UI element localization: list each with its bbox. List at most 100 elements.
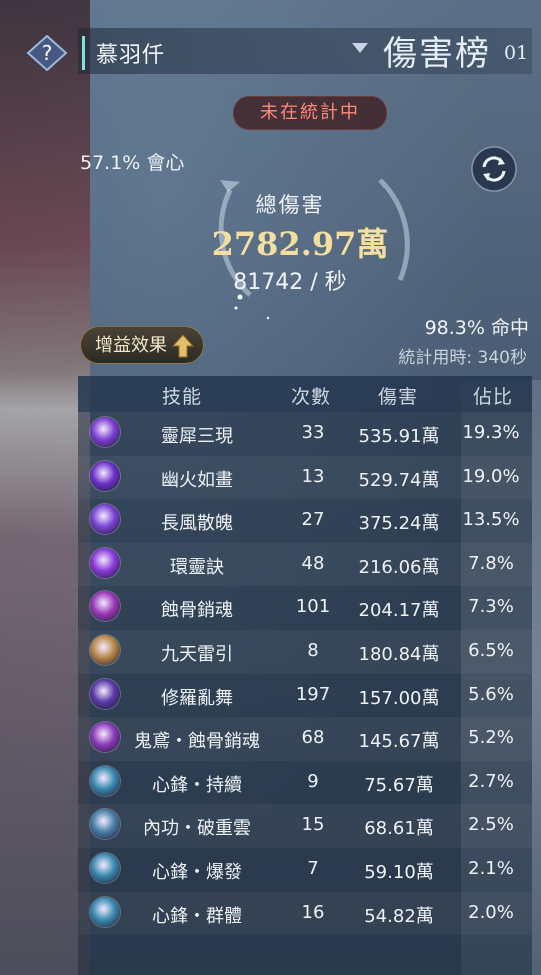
- damage-per-second: 81742 / 秒: [233, 270, 347, 295]
- table-row[interactable]: 幽火如畫 13 529.74萬 19.0%: [78, 455, 532, 500]
- skill-damage: 59.10萬: [364, 862, 434, 883]
- skill-damage: 68.61萬: [364, 818, 434, 840]
- skill-icon: [90, 417, 120, 447]
- board-dropdown[interactable]: [350, 40, 370, 54]
- skill-share: 13.5%: [462, 509, 520, 531]
- skill-name: 內功・破重雲: [143, 818, 251, 840]
- table-row[interactable]: 心鋒・持續 9 75.67萬 2.7%: [78, 761, 532, 805]
- total-damage-value: 2782.97萬: [211, 225, 389, 263]
- name-accent-bar: [82, 36, 85, 70]
- skill-icon: [90, 504, 120, 535]
- skill-count: 68: [301, 727, 325, 749]
- skill-icon: [90, 591, 120, 622]
- table-row[interactable]: 蝕骨銷魂 101 204.17萬 7.3%: [78, 586, 532, 630]
- table-row[interactable]: 修羅亂舞 197 157.00萬 5.6%: [78, 674, 532, 718]
- skill-damage: 157.00萬: [358, 687, 440, 709]
- skill-share: 2.1%: [468, 858, 514, 879]
- crit-rate: 57.1% 會心: [80, 152, 185, 174]
- skill-count: 27: [301, 509, 325, 531]
- table-row[interactable]: 環靈訣 48 216.06萬 7.8%: [78, 542, 532, 587]
- skill-name: 蝕骨銷魂: [161, 600, 233, 622]
- skill-name: 心鋒・爆發: [152, 862, 242, 883]
- skill-count: 9: [307, 770, 319, 792]
- skill-damage-table: 技能 次數 傷害 佔比 靈犀三現 33 535.91萬 19.3% 幽火如畫 13 529.…: [78, 376, 532, 975]
- skill-share: 2.5%: [468, 814, 514, 836]
- skill-name: 九天雷引: [161, 644, 233, 665]
- skill-count: 13: [301, 465, 325, 487]
- skill-damage: 535.91萬: [358, 426, 440, 447]
- skill-share: 19.0%: [462, 465, 520, 487]
- skill-icon: [90, 809, 120, 840]
- skill-share: 7.3%: [468, 596, 514, 618]
- skill-name: 長風散魄: [161, 513, 233, 535]
- skill-name: 心鋒・持續: [152, 774, 242, 796]
- skill-icon: [90, 678, 120, 709]
- skill-damage: 375.24萬: [358, 513, 440, 535]
- refresh-icon: [471, 146, 517, 192]
- buff-effects-button[interactable]: 增益效果: [80, 326, 204, 364]
- skill-icon: [90, 722, 120, 753]
- board-title[interactable]: 傷害榜: [383, 26, 491, 75]
- table-row[interactable]: 九天雷引 8 180.84萬 6.5%: [78, 630, 532, 674]
- background-scenery-left: [0, 0, 90, 975]
- col-skill: 技能: [162, 386, 203, 408]
- help-glyph: ?: [42, 41, 53, 65]
- skill-icon: [90, 765, 120, 796]
- table-row[interactable]: 心鋒・爆發 7 59.10萬 2.1%: [78, 848, 532, 892]
- skill-count: 48: [301, 552, 325, 574]
- total-damage-label: 總傷害: [255, 193, 325, 217]
- skill-count: 7: [307, 858, 319, 879]
- stat-duration: 統計用時: 340秒: [398, 348, 527, 368]
- skill-icon: [90, 460, 120, 491]
- skill-icon: [90, 853, 120, 883]
- triangle-down-icon: [352, 43, 368, 53]
- skill-icon: [90, 896, 120, 927]
- skill-count: 16: [301, 901, 325, 923]
- skill-name: 環靈訣: [170, 556, 224, 578]
- skill-damage: 180.84萬: [358, 644, 440, 665]
- table-row[interactable]: 靈犀三現 33 535.91萬 19.3%: [78, 412, 532, 456]
- refresh-button[interactable]: [470, 145, 518, 193]
- skill-count: 197: [295, 683, 331, 705]
- skill-name: 修羅亂舞: [161, 687, 233, 709]
- table-row[interactable]: 鬼鳶・蝕骨銷魂 68 145.67萬 5.2%: [78, 717, 532, 761]
- table-row[interactable]: 長風散魄 27 375.24萬 13.5%: [78, 499, 532, 543]
- col-damage: 傷害: [378, 386, 419, 408]
- table-row[interactable]: 內功・破重雲 15 68.61萬 2.5%: [78, 804, 532, 848]
- board-number: 01: [504, 42, 529, 64]
- skill-icon: [90, 547, 120, 578]
- skill-share: 2.7%: [468, 770, 514, 792]
- col-count: 次數: [291, 386, 332, 408]
- skill-share: 19.3%: [462, 422, 520, 443]
- skill-damage: 54.82萬: [364, 905, 434, 927]
- skill-damage: 145.67萬: [358, 731, 440, 753]
- skill-share: 2.0%: [468, 901, 514, 923]
- skill-share: 5.2%: [468, 727, 514, 749]
- skill-damage: 216.06萬: [358, 556, 440, 578]
- skill-icon: [90, 635, 120, 665]
- up-arrow-emblem-icon: [171, 334, 195, 358]
- skill-share: 5.6%: [468, 683, 514, 705]
- skill-share: 7.8%: [468, 552, 514, 574]
- skill-damage: 75.67萬: [364, 774, 434, 796]
- table-row[interactable]: 心鋒・群體 16 54.82萬 2.0%: [78, 891, 532, 936]
- skill-count: 8: [307, 640, 319, 661]
- skill-count: 101: [295, 596, 331, 618]
- hit-rate: 98.3% 命中: [424, 317, 529, 339]
- skill-name: 鬼鳶・蝕骨銷魂: [134, 731, 260, 753]
- skill-count: 33: [301, 422, 325, 443]
- skill-damage: 529.74萬: [358, 469, 440, 491]
- skill-count: 15: [301, 814, 325, 836]
- buff-effects-label: 增益效果: [95, 335, 167, 356]
- skill-name: 幽火如畫: [161, 469, 233, 491]
- skill-damage: 204.17萬: [358, 600, 440, 622]
- col-share: 佔比: [473, 386, 514, 408]
- status-badge: 未在統計中: [233, 96, 387, 130]
- help-button[interactable]: ?: [26, 34, 68, 72]
- skill-name: 心鋒・群體: [152, 905, 242, 927]
- skill-name: 靈犀三現: [161, 426, 233, 447]
- table-header: 技能 次數 傷害 佔比: [78, 376, 532, 412]
- question-diamond-icon: ?: [26, 34, 68, 72]
- player-name: 慕羽仟: [96, 43, 166, 68]
- skill-share: 6.5%: [468, 640, 514, 661]
